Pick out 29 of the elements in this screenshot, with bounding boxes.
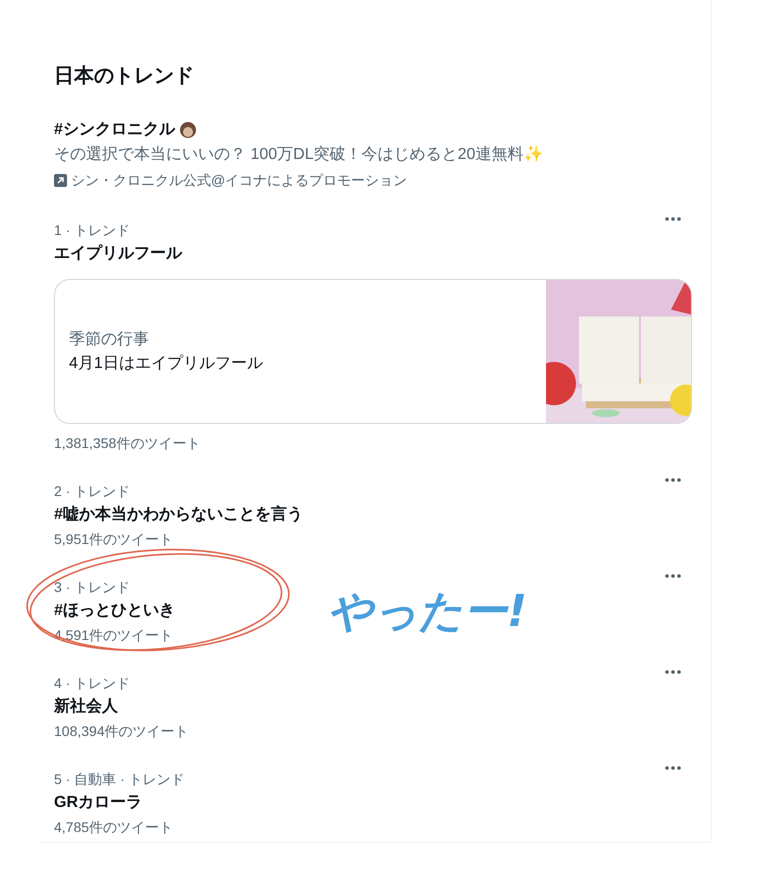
promoter-text: シン・クロニクル公式@イコナによるプロモーション bbox=[71, 170, 408, 190]
trend-category: 3 · トレンド bbox=[54, 578, 130, 597]
trend-title[interactable]: 新社会人 bbox=[54, 695, 118, 719]
event-card[interactable]: 季節の行事 4月1日はエイプリルフール bbox=[54, 279, 692, 424]
trend-title[interactable]: エイプリルフール bbox=[54, 242, 182, 266]
more-icon[interactable] bbox=[664, 669, 682, 675]
more-icon[interactable] bbox=[664, 477, 682, 483]
more-icon[interactable] bbox=[664, 573, 682, 579]
trend-category: 2 · トレンド bbox=[54, 482, 130, 501]
tweet-count: 108,394件のツイート bbox=[54, 722, 189, 741]
card-label: 季節の行事 bbox=[69, 330, 149, 350]
section-title: 日本のトレンド bbox=[54, 64, 194, 89]
more-icon[interactable] bbox=[664, 765, 682, 771]
handwritten-note: やったー! bbox=[328, 585, 528, 639]
trend-category: 4 · トレンド bbox=[54, 674, 130, 693]
tweet-count: 1,381,358件のツイート bbox=[54, 434, 200, 453]
trend-title[interactable]: #嘘か本当かわからないことを言う bbox=[54, 503, 303, 527]
avatar-icon bbox=[178, 121, 197, 139]
tweet-count: 4,785件のツイート bbox=[54, 818, 174, 837]
tweet-count: 5,951件のツイート bbox=[54, 530, 174, 549]
promoted-description: その選択で本当にいいの？ 100万DL突破！今はじめると20連無料✨ bbox=[54, 144, 544, 165]
promoted-icon bbox=[54, 174, 67, 186]
trend-category: 5 · 自動車 · トレンド bbox=[54, 770, 185, 789]
more-icon[interactable] bbox=[664, 216, 682, 222]
promoted-hashtag[interactable]: #シンクロニクル bbox=[54, 118, 175, 142]
trend-title[interactable]: GRカローラ bbox=[54, 791, 142, 815]
card-text: 4月1日はエイプリルフール bbox=[69, 354, 263, 374]
trend-category: 1 · トレンド bbox=[54, 221, 130, 240]
trend-title[interactable]: #ほっとひといき bbox=[54, 599, 175, 623]
